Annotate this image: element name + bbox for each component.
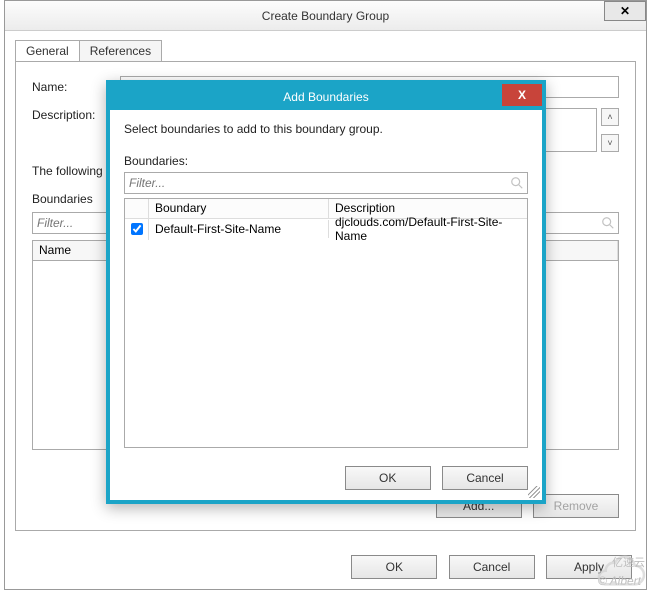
modal-body: Select boundaries to add to this boundar… (110, 110, 542, 448)
row-checkbox[interactable] (131, 223, 143, 235)
close-icon: X (518, 88, 526, 102)
row-description: djclouds.com/Default-First-Site-Name (329, 213, 527, 245)
brand-text: 亿速云 (612, 554, 645, 570)
search-icon (510, 176, 524, 190)
modal-col-boundary[interactable]: Boundary (149, 199, 329, 218)
table-row[interactable]: Default-First-Site-Name djclouds.com/Def… (125, 219, 527, 239)
modal-title: Add Boundaries (283, 90, 368, 104)
modal-titlebar: Add Boundaries X (110, 84, 542, 110)
modal-backdrop: Add Boundaries X Select boundaries to ad… (0, 0, 649, 592)
modal-filter-wrap (124, 172, 528, 194)
modal-boundaries-label: Boundaries: (124, 154, 528, 168)
modal-instruction: Select boundaries to add to this boundar… (124, 122, 528, 136)
modal-footer: OK Cancel (337, 466, 528, 490)
row-boundary: Default-First-Site-Name (149, 220, 329, 238)
modal-close-button[interactable]: X (502, 84, 542, 106)
tab-general[interactable]: General (15, 40, 80, 61)
add-boundaries-dialog: Add Boundaries X Select boundaries to ad… (106, 80, 546, 504)
modal-filter-input[interactable] (124, 172, 528, 194)
modal-ok-button[interactable]: OK (345, 466, 431, 490)
resize-grip-icon[interactable] (528, 486, 540, 498)
modal-grid: Boundary Description Default-First-Site-… (124, 198, 528, 448)
modal-col-check (125, 199, 149, 218)
modal-cancel-button[interactable]: Cancel (442, 466, 528, 490)
